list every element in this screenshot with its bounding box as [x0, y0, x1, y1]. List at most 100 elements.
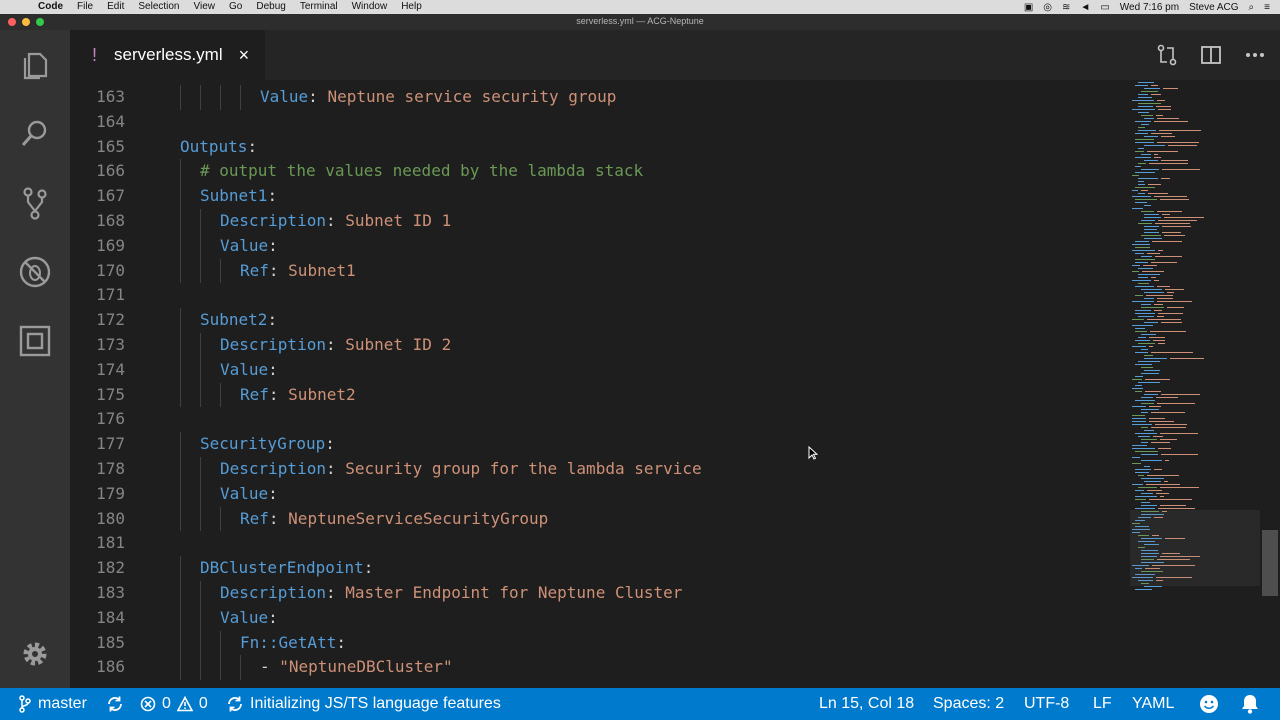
search-icon[interactable] — [17, 116, 53, 152]
feedback-button[interactable] — [1198, 688, 1220, 720]
minimap-line — [1132, 379, 1142, 380]
code-line[interactable]: Value: — [220, 358, 278, 383]
indentation-setting[interactable]: Spaces: 2 — [933, 688, 1004, 720]
menubar-user[interactable]: Steve ACG — [1189, 2, 1238, 13]
minimap-line — [1138, 130, 1156, 131]
menu-code[interactable]: Code — [38, 0, 63, 14]
minimap-line — [1160, 505, 1186, 506]
bell-icon — [1242, 695, 1258, 714]
source-control-icon[interactable] — [17, 185, 53, 221]
menu-window[interactable]: Window — [352, 0, 388, 14]
code-line[interactable]: Description: Security group for the lamb… — [220, 457, 702, 482]
minimap-line — [1138, 223, 1152, 224]
menubar-clock[interactable]: Wed 7:16 pm — [1120, 2, 1179, 13]
line-number: 164 — [96, 111, 125, 131]
minimap-line — [1138, 316, 1154, 317]
indent-guide — [180, 357, 181, 383]
minimap-line — [1142, 271, 1164, 272]
menu-go[interactable]: Go — [229, 0, 242, 14]
code-line[interactable]: Outputs: — [180, 135, 257, 160]
minimap-line — [1144, 481, 1161, 482]
gear-icon[interactable] — [17, 636, 53, 672]
yaml-key: Value — [260, 87, 309, 106]
minimap-line — [1148, 193, 1168, 194]
code-line[interactable]: Description: Master Endpoint for Neptune… — [220, 581, 682, 606]
minimap-line — [1153, 340, 1165, 341]
encoding-setting[interactable]: UTF-8 — [1024, 688, 1069, 720]
creative-cloud-icon[interactable]: ◎ — [1043, 2, 1052, 13]
menu-help[interactable]: Help — [401, 0, 422, 14]
language-service-status[interactable]: Initializing JS/TS language features — [226, 688, 501, 720]
notification-center-icon[interactable]: ≡ — [1264, 2, 1270, 13]
menu-selection[interactable]: Selection — [138, 0, 179, 14]
minimap-line — [1143, 265, 1157, 266]
progress-spinner-icon — [228, 696, 242, 712]
wifi-icon[interactable]: ≋ — [1062, 2, 1070, 13]
minimap-line — [1138, 337, 1146, 338]
more-actions-icon[interactable] — [1242, 42, 1268, 68]
code-line[interactable]: Fn::GetAtt: — [240, 631, 346, 656]
sync-button[interactable] — [106, 688, 124, 720]
code-line[interactable]: Value: — [220, 606, 278, 631]
vertical-scrollbar[interactable] — [1260, 80, 1280, 688]
code-line[interactable]: Description: Subnet ID 1 — [220, 209, 451, 234]
line-ending-setting[interactable]: LF — [1093, 688, 1112, 720]
menu-view[interactable]: View — [194, 0, 216, 14]
menu-debug[interactable]: Debug — [256, 0, 285, 14]
minimap-line — [1157, 316, 1164, 317]
minimap-line — [1154, 121, 1188, 122]
line-number: 186 — [96, 657, 125, 677]
minimap[interactable] — [1130, 80, 1260, 688]
minimap-line — [1151, 262, 1177, 263]
menu-terminal[interactable]: Terminal — [300, 0, 338, 14]
minimap-line — [1132, 250, 1155, 251]
tab-serverless-yml[interactable]: ! serverless.yml × — [70, 30, 265, 80]
menu-edit[interactable]: Edit — [107, 0, 124, 14]
compare-changes-icon[interactable] — [1154, 42, 1180, 68]
minimap-viewport[interactable] — [1130, 510, 1260, 586]
code-line[interactable]: Value: — [220, 234, 278, 259]
notifications-button[interactable] — [1240, 688, 1260, 720]
minimap-line — [1135, 499, 1146, 500]
yaml-key: Description — [220, 459, 326, 478]
code-line[interactable]: Value: Neptune service security group — [260, 85, 616, 110]
code-line[interactable]: Subnet1: — [200, 184, 277, 209]
minimap-line — [1135, 286, 1154, 287]
cursor-position[interactable]: Ln 15, Col 18 — [819, 688, 914, 720]
minimap-line — [1147, 151, 1178, 152]
close-icon[interactable]: × — [239, 45, 250, 66]
extensions-icon[interactable] — [17, 323, 53, 359]
yaml-punctuation: : — [268, 607, 278, 627]
split-editor-icon[interactable] — [1198, 42, 1224, 68]
minimap-line — [1135, 391, 1142, 392]
spotlight-search-icon[interactable]: ⌕ — [1249, 2, 1255, 13]
battery-icon[interactable]: ▭ — [1100, 2, 1109, 13]
code-line[interactable]: Subnet2: — [200, 308, 277, 333]
minimap-line — [1135, 139, 1154, 140]
volume-icon[interactable]: ◄ — [1080, 2, 1090, 13]
minimap-line — [1132, 484, 1143, 485]
code-line[interactable]: DBClusterEndpoint: — [200, 556, 373, 581]
scrollbar-thumb[interactable] — [1262, 530, 1278, 596]
git-branch[interactable]: master — [18, 688, 87, 720]
code-line[interactable]: Ref: Subnet1 — [240, 259, 356, 284]
code-line[interactable]: - "NeptuneDBCluster" — [260, 655, 453, 680]
code-line[interactable]: # output the values needed by the lambda… — [200, 159, 643, 184]
code-line[interactable]: Value: — [220, 482, 278, 507]
code-line[interactable]: Ref: NeptuneServiceSecurityGroup — [240, 507, 548, 532]
language-mode[interactable]: YAML — [1132, 688, 1174, 720]
menu-file[interactable]: File — [77, 0, 93, 14]
files-icon[interactable] — [17, 48, 53, 84]
yaml-punctuation: : — [268, 508, 289, 528]
code-area[interactable]: Value: Neptune service security group Out… — [160, 80, 1160, 688]
code-editor[interactable]: 163 164 165 166 167 168 169 170 171 172 173 174 175 1… — [70, 80, 1280, 688]
minimap-line — [1135, 340, 1150, 341]
yaml-punctuation: : — [268, 359, 278, 379]
code-line[interactable]: Description: Subnet ID 2 — [220, 333, 451, 358]
code-line[interactable]: Ref: Subnet2 — [240, 383, 356, 408]
debug-icon[interactable] — [17, 254, 53, 290]
minimap-line — [1132, 196, 1151, 197]
code-line[interactable]: SecurityGroup: — [200, 432, 335, 457]
screen-record-icon[interactable]: ▣ — [1024, 2, 1033, 13]
problems-indicator[interactable]: 0 0 — [140, 688, 208, 720]
